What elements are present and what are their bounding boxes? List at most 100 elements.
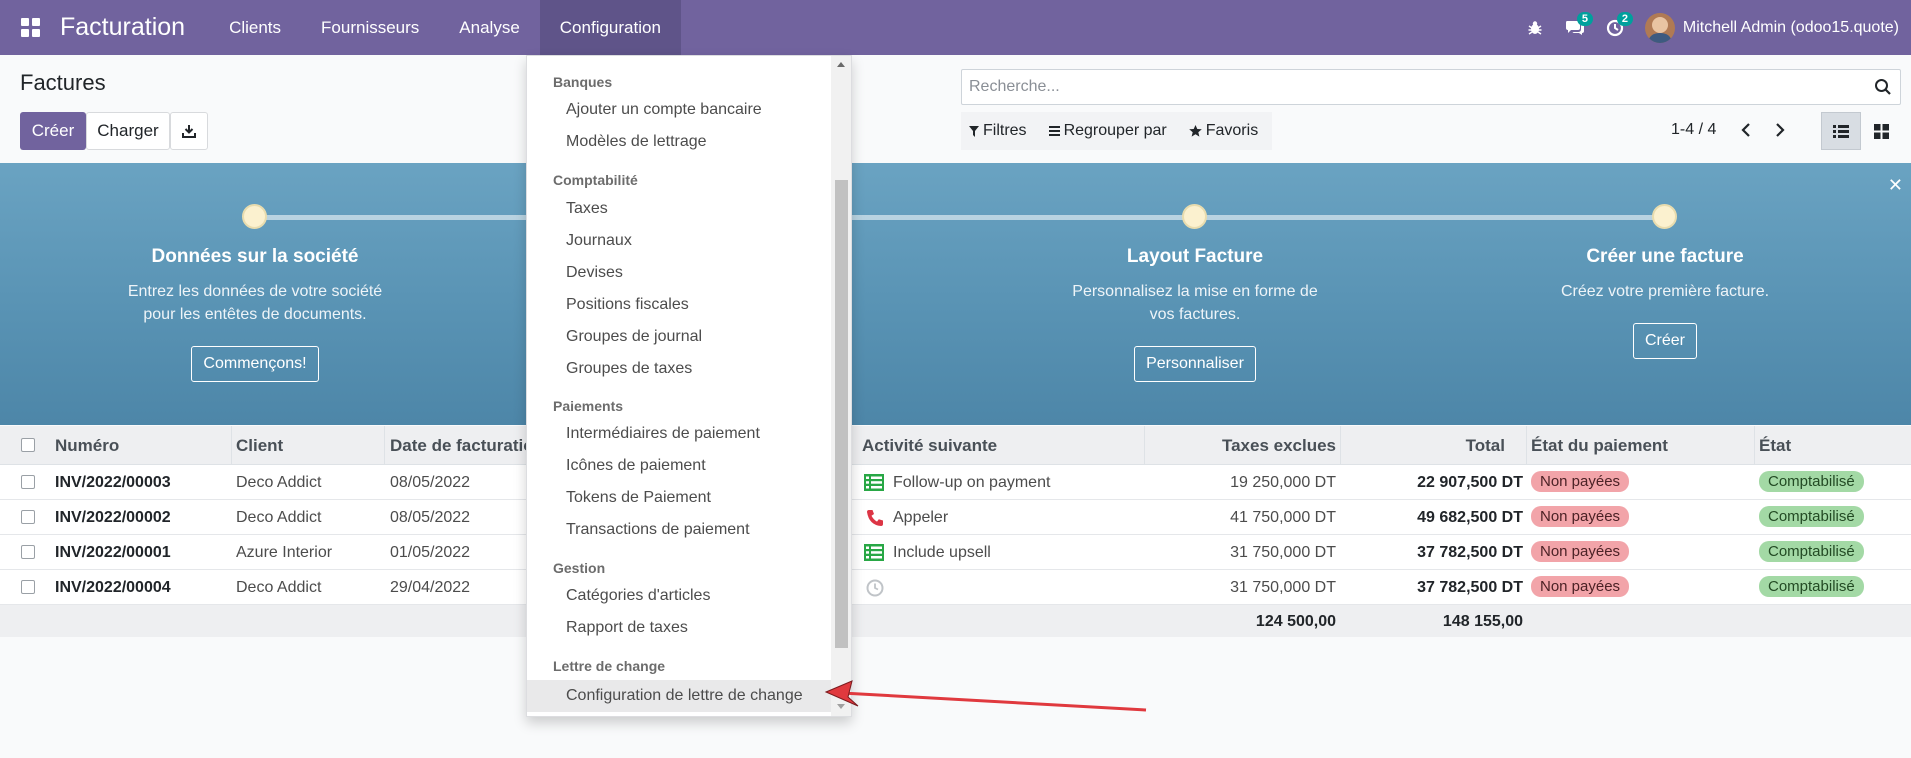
progress-line — [255, 215, 1665, 220]
messages-count-badge: 5 — [1576, 12, 1593, 26]
messages-icon[interactable]: 5 — [1555, 0, 1595, 55]
list-view-button[interactable] — [1821, 112, 1861, 150]
pager-next-button[interactable] — [1768, 118, 1792, 142]
section-header-gestion: Gestion — [553, 560, 606, 576]
col-tax-excl[interactable]: Taxes exclues — [1150, 436, 1336, 456]
menu-item-bill-of-exchange-config[interactable]: Configuration de lettre de change — [527, 680, 831, 712]
download-button[interactable] — [170, 112, 208, 150]
menu-item-journal-groups[interactable]: Groupes de journal — [527, 321, 831, 353]
activity-summary[interactable]: Appeler — [893, 509, 948, 527]
table-row[interactable]: INV/2022/00003 Deco Addict 08/05/2022 Fo… — [0, 465, 1911, 500]
search-icon[interactable] — [1874, 78, 1892, 96]
invoices-table: Numéro Client Date de facturatio Activit… — [0, 426, 1911, 637]
step-desc-line: Entrez les données de votre société — [127, 283, 383, 300]
search-input[interactable] — [962, 70, 1842, 104]
select-all-checkbox[interactable] — [21, 438, 35, 452]
activity-summary[interactable]: Include upsell — [893, 544, 991, 562]
filters-toggle[interactable]: Filtres — [969, 122, 1027, 140]
menu-item-payment-transactions[interactable]: Transactions de paiement — [527, 514, 831, 546]
pager-value[interactable]: 1-4 / 4 — [1671, 121, 1716, 139]
menu-fournisseurs[interactable]: Fournisseurs — [301, 0, 439, 55]
favorites-label: Favoris — [1205, 122, 1259, 139]
col-number[interactable]: Numéro — [55, 436, 119, 456]
col-date[interactable]: Date de facturatio — [390, 436, 534, 456]
favorites-toggle[interactable]: Favoris — [1188, 122, 1259, 140]
menu-item-payment-icons[interactable]: Icônes de paiement — [527, 450, 831, 482]
scroll-up-arrow-icon[interactable] — [837, 62, 845, 67]
customize-layout-button[interactable]: Personnaliser — [1134, 346, 1256, 382]
menu-item-add-bank-account[interactable]: Ajouter un compte bancaire — [527, 94, 831, 126]
menu-analyse[interactable]: Analyse — [439, 0, 539, 55]
activity-summary[interactable]: Follow-up on payment — [893, 474, 1050, 492]
app-name[interactable]: Facturation — [60, 13, 185, 42]
filters-label: Filtres — [983, 122, 1027, 139]
activities-count-badge: 2 — [1616, 12, 1633, 26]
menu-item-tax-groups[interactable]: Groupes de taxes — [527, 353, 831, 385]
upload-button[interactable]: Charger — [86, 112, 170, 150]
scroll-down-arrow-icon[interactable] — [837, 704, 845, 709]
amount-total: 37 782,500 DT — [1417, 544, 1523, 561]
user-name[interactable]: Mitchell Admin (odoo15.quote) — [1683, 19, 1899, 37]
menu-item-currencies[interactable]: Devises — [527, 257, 831, 289]
section-header-banques: Banques — [553, 74, 613, 90]
col-client[interactable]: Client — [236, 436, 283, 456]
menu-item-product-categories[interactable]: Catégories d'articles — [527, 580, 831, 612]
step-description: Personnalisez la mise en forme de vos fa… — [1045, 280, 1345, 326]
groupby-toggle[interactable]: Regrouper par — [1048, 122, 1167, 140]
chevron-right-icon — [1776, 123, 1785, 137]
menu-clients[interactable]: Clients — [209, 0, 301, 55]
list-icon[interactable] — [864, 544, 884, 561]
step-desc-line: Créez votre première facture. — [1560, 283, 1770, 300]
row-checkbox[interactable] — [21, 580, 35, 594]
step-description: Créez votre première facture. — [1515, 280, 1815, 303]
menu-item-reconciliation-models[interactable]: Modèles de lettrage — [527, 126, 831, 158]
scrollbar-thumb[interactable] — [835, 180, 848, 648]
step-desc-line: vos factures. — [1149, 306, 1241, 323]
column-divider — [231, 426, 232, 465]
list-icon[interactable] — [864, 474, 884, 491]
column-divider — [1526, 426, 1527, 465]
pager-previous-button[interactable] — [1734, 118, 1758, 142]
row-checkbox[interactable] — [21, 510, 35, 524]
user-avatar[interactable] — [1644, 12, 1675, 43]
amount-total: 49 682,500 DT — [1417, 509, 1523, 526]
amount-total: 22 907,500 DT — [1417, 474, 1523, 491]
client-name: Azure Interior — [236, 544, 333, 561]
step-desc-line: Personnalisez la mise en forme de — [1072, 283, 1318, 300]
kanban-view-button[interactable] — [1861, 112, 1901, 150]
kanban-view-icon — [1873, 123, 1889, 139]
menu-item-tax-report[interactable]: Rapport de taxes — [527, 612, 831, 644]
page-title: Factures — [20, 70, 106, 95]
col-activity[interactable]: Activité suivante — [862, 436, 997, 456]
menu-item-payment-acquirers[interactable]: Intermédiaires de paiement — [527, 418, 831, 450]
amount-total: 37 782,500 DT — [1417, 579, 1523, 596]
row-checkbox[interactable] — [21, 545, 35, 559]
table-row[interactable]: INV/2022/00001 Azure Interior 01/05/2022… — [0, 535, 1911, 570]
menu-item-taxes[interactable]: Taxes — [527, 193, 831, 225]
state-badge: Comptabilisé — [1759, 471, 1864, 492]
activities-clock-icon[interactable]: 2 — [1595, 0, 1635, 55]
menu-configuration[interactable]: Configuration — [539, 0, 681, 55]
col-total[interactable]: Total — [1345, 436, 1505, 456]
menu-item-fiscal-positions[interactable]: Positions fiscales — [527, 289, 831, 321]
amount-tax-excl: 41 750,000 DT — [1230, 509, 1336, 526]
create-button[interactable]: Créer — [20, 112, 86, 150]
invoice-date: 08/05/2022 — [390, 509, 471, 526]
dropdown-scrollbar[interactable] — [831, 56, 851, 716]
phone-icon[interactable] — [866, 509, 884, 527]
payment-status-badge: Non payées — [1531, 576, 1630, 597]
col-payment-state[interactable]: État du paiement — [1531, 436, 1668, 456]
debug-bug-icon[interactable] — [1515, 0, 1555, 55]
table-row[interactable]: INV/2022/00002 Deco Addict 08/05/2022 Ap… — [0, 500, 1911, 535]
menu-item-payment-tokens[interactable]: Tokens de Paiement — [527, 482, 831, 514]
create-invoice-button[interactable]: Créer — [1632, 323, 1697, 359]
start-company-button[interactable]: Commençons! — [191, 346, 319, 382]
menu-item-journals[interactable]: Journaux — [527, 225, 831, 257]
table-row[interactable]: INV/2022/00004 Deco Addict 29/04/2022 31… — [0, 570, 1911, 605]
apps-menu-icon[interactable] — [0, 0, 60, 55]
col-state[interactable]: État — [1759, 436, 1791, 456]
amount-tax-excl: 31 750,000 DT — [1230, 579, 1336, 596]
row-checkbox[interactable] — [21, 475, 35, 489]
clock-icon[interactable] — [866, 579, 884, 597]
close-icon[interactable]: ✕ — [1888, 175, 1903, 196]
